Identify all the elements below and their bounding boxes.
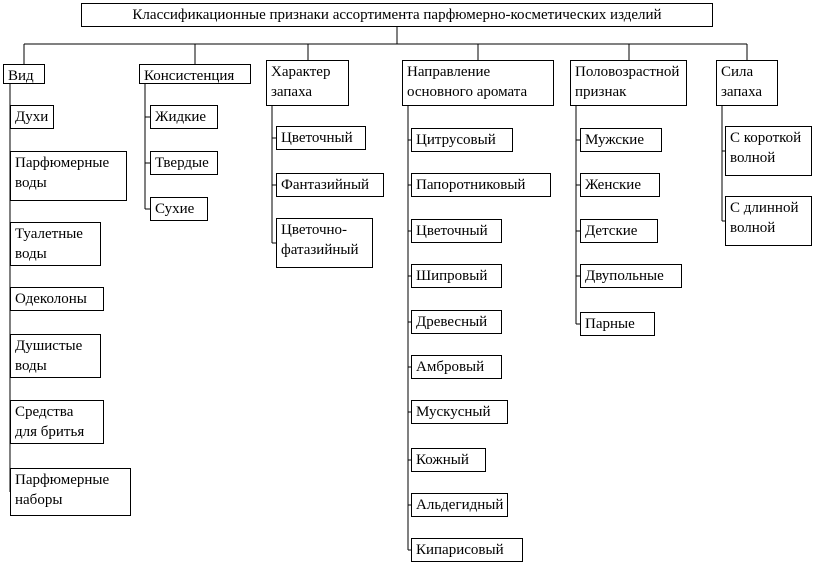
column-4-item: Цитрусовый [411, 128, 513, 152]
column-2-item: Сухие [150, 197, 208, 221]
column-header-5: Половозрастной признак [570, 60, 687, 106]
column-4-item: Альдегидный [411, 493, 508, 517]
column-5-item-line: Детские [585, 223, 638, 239]
column-4-item-line: Древесный [416, 314, 488, 330]
column-1-item: Душистые воды [10, 334, 101, 378]
column-1-item-line: Парфюмерные [15, 155, 110, 171]
column-2-item-line: Твердые [155, 155, 209, 171]
column-2-item: Жидкие [150, 105, 218, 129]
column-5-item: Мужские [580, 128, 662, 152]
column-header-2-line: Консистенция [144, 68, 235, 84]
column-4-item-line: Кипарисовый [416, 542, 504, 558]
column-3-item-line: Цветочно- [281, 222, 348, 238]
column-4-item-line: Папоротниковый [416, 177, 526, 193]
column-4-item-line: Шипровый [416, 268, 488, 284]
column-4-item: Шипровый [411, 264, 502, 288]
column-header-5-line: Половозрастной [575, 64, 680, 80]
column-6-item: С длинной волной [725, 196, 812, 246]
column-6-item: С короткой волной [725, 126, 812, 176]
column-1-item-line: воды [15, 246, 47, 262]
column-1-item: Парфюмерные воды [10, 151, 127, 201]
column-5-item-line: Мужские [585, 132, 644, 148]
column-4-item: Кипарисовый [411, 538, 523, 562]
column-4-item: Мускусный [411, 400, 508, 424]
column-1-item: Одеколоны [10, 287, 104, 311]
column-1-item: Средства для бритья [10, 400, 104, 444]
column-header-3: Характер запаха [266, 60, 349, 106]
column-header-3-line: Характер [271, 64, 331, 80]
column-5-item-line: Двупольные [585, 268, 664, 284]
column-5-item: Парные [580, 312, 655, 336]
column-4-item: Кожный [411, 448, 486, 472]
column-1-item-line: Средства [15, 404, 74, 420]
column-3-item: Фантазийный [276, 173, 384, 197]
column-4-item-line: Цитрусовый [416, 132, 496, 148]
column-4-item-line: Мускусный [416, 404, 491, 420]
column-4-item-line: Кожный [416, 452, 469, 468]
column-2-item-line: Жидкие [155, 109, 207, 125]
column-1-item: Парфюмерные наборы [10, 468, 131, 516]
column-1-item-line: Душистые [15, 338, 83, 354]
column-2-item: Твердые [150, 151, 218, 175]
column-3-item: Цветочный [276, 126, 366, 150]
column-5-item-line: Женские [585, 177, 641, 193]
column-1-item-line: Парфюмерные [15, 472, 110, 488]
column-1-item: Туалетные воды [10, 222, 101, 266]
diagram-title: Классификационные признаки ассортимента … [81, 3, 713, 27]
column-6-item-line: волной [730, 220, 776, 236]
classification-diagram: Классификационные признаки ассортимента … [0, 0, 824, 564]
column-5-item: Детские [580, 219, 658, 243]
column-2-item-line: Сухие [155, 201, 195, 217]
column-1-item-line: Духи [15, 109, 49, 125]
column-4-item-line: Амбровый [416, 359, 485, 375]
column-header-3-line: запаха [271, 84, 313, 100]
column-5-item-line: Парные [585, 316, 635, 332]
column-4-item: Цветочный [411, 219, 502, 243]
column-header-5-line: признак [575, 84, 627, 100]
column-5-item: Женские [580, 173, 660, 197]
column-6-item-line: С длинной [730, 200, 799, 216]
column-1-item-line: воды [15, 175, 47, 191]
column-header-6-line: запаха [721, 84, 763, 100]
column-header-6: Сила запаха [716, 60, 778, 106]
column-3-item: Цветочно-фатазийный [276, 218, 373, 268]
column-header-4-line: основного аромата [407, 84, 528, 100]
column-1-item-line: для бритья [15, 424, 85, 440]
column-header-4: Направление основного аромата [402, 60, 554, 106]
column-header-1: Вид [3, 64, 45, 84]
column-header-6-line: Сила [721, 64, 754, 80]
column-header-1-line: Вид [8, 68, 34, 84]
column-3-item-line: Цветочный [281, 130, 353, 146]
column-header-4-line: Направление [407, 64, 491, 80]
column-1-item-line: наборы [15, 492, 63, 508]
column-1-item-line: воды [15, 358, 47, 374]
column-3-item-line: фатазийный [281, 242, 359, 258]
column-4-item-line: Цветочный [416, 223, 488, 239]
column-header-2: Консистенция [139, 64, 251, 84]
column-4-item: Амбровый [411, 355, 502, 379]
column-1-item: Духи [10, 105, 54, 129]
column-1-item-line: Одеколоны [15, 291, 87, 307]
column-1-item-line: Туалетные [15, 226, 83, 242]
column-4-item: Древесный [411, 310, 502, 334]
column-6-item-line: С короткой [730, 130, 802, 146]
column-5-item: Двупольные [580, 264, 682, 288]
column-4-item-line: Альдегидный [416, 497, 504, 513]
column-4-item: Папоротниковый [411, 173, 551, 197]
column-3-item-line: Фантазийный [281, 177, 370, 193]
column-6-item-line: волной [730, 150, 776, 166]
